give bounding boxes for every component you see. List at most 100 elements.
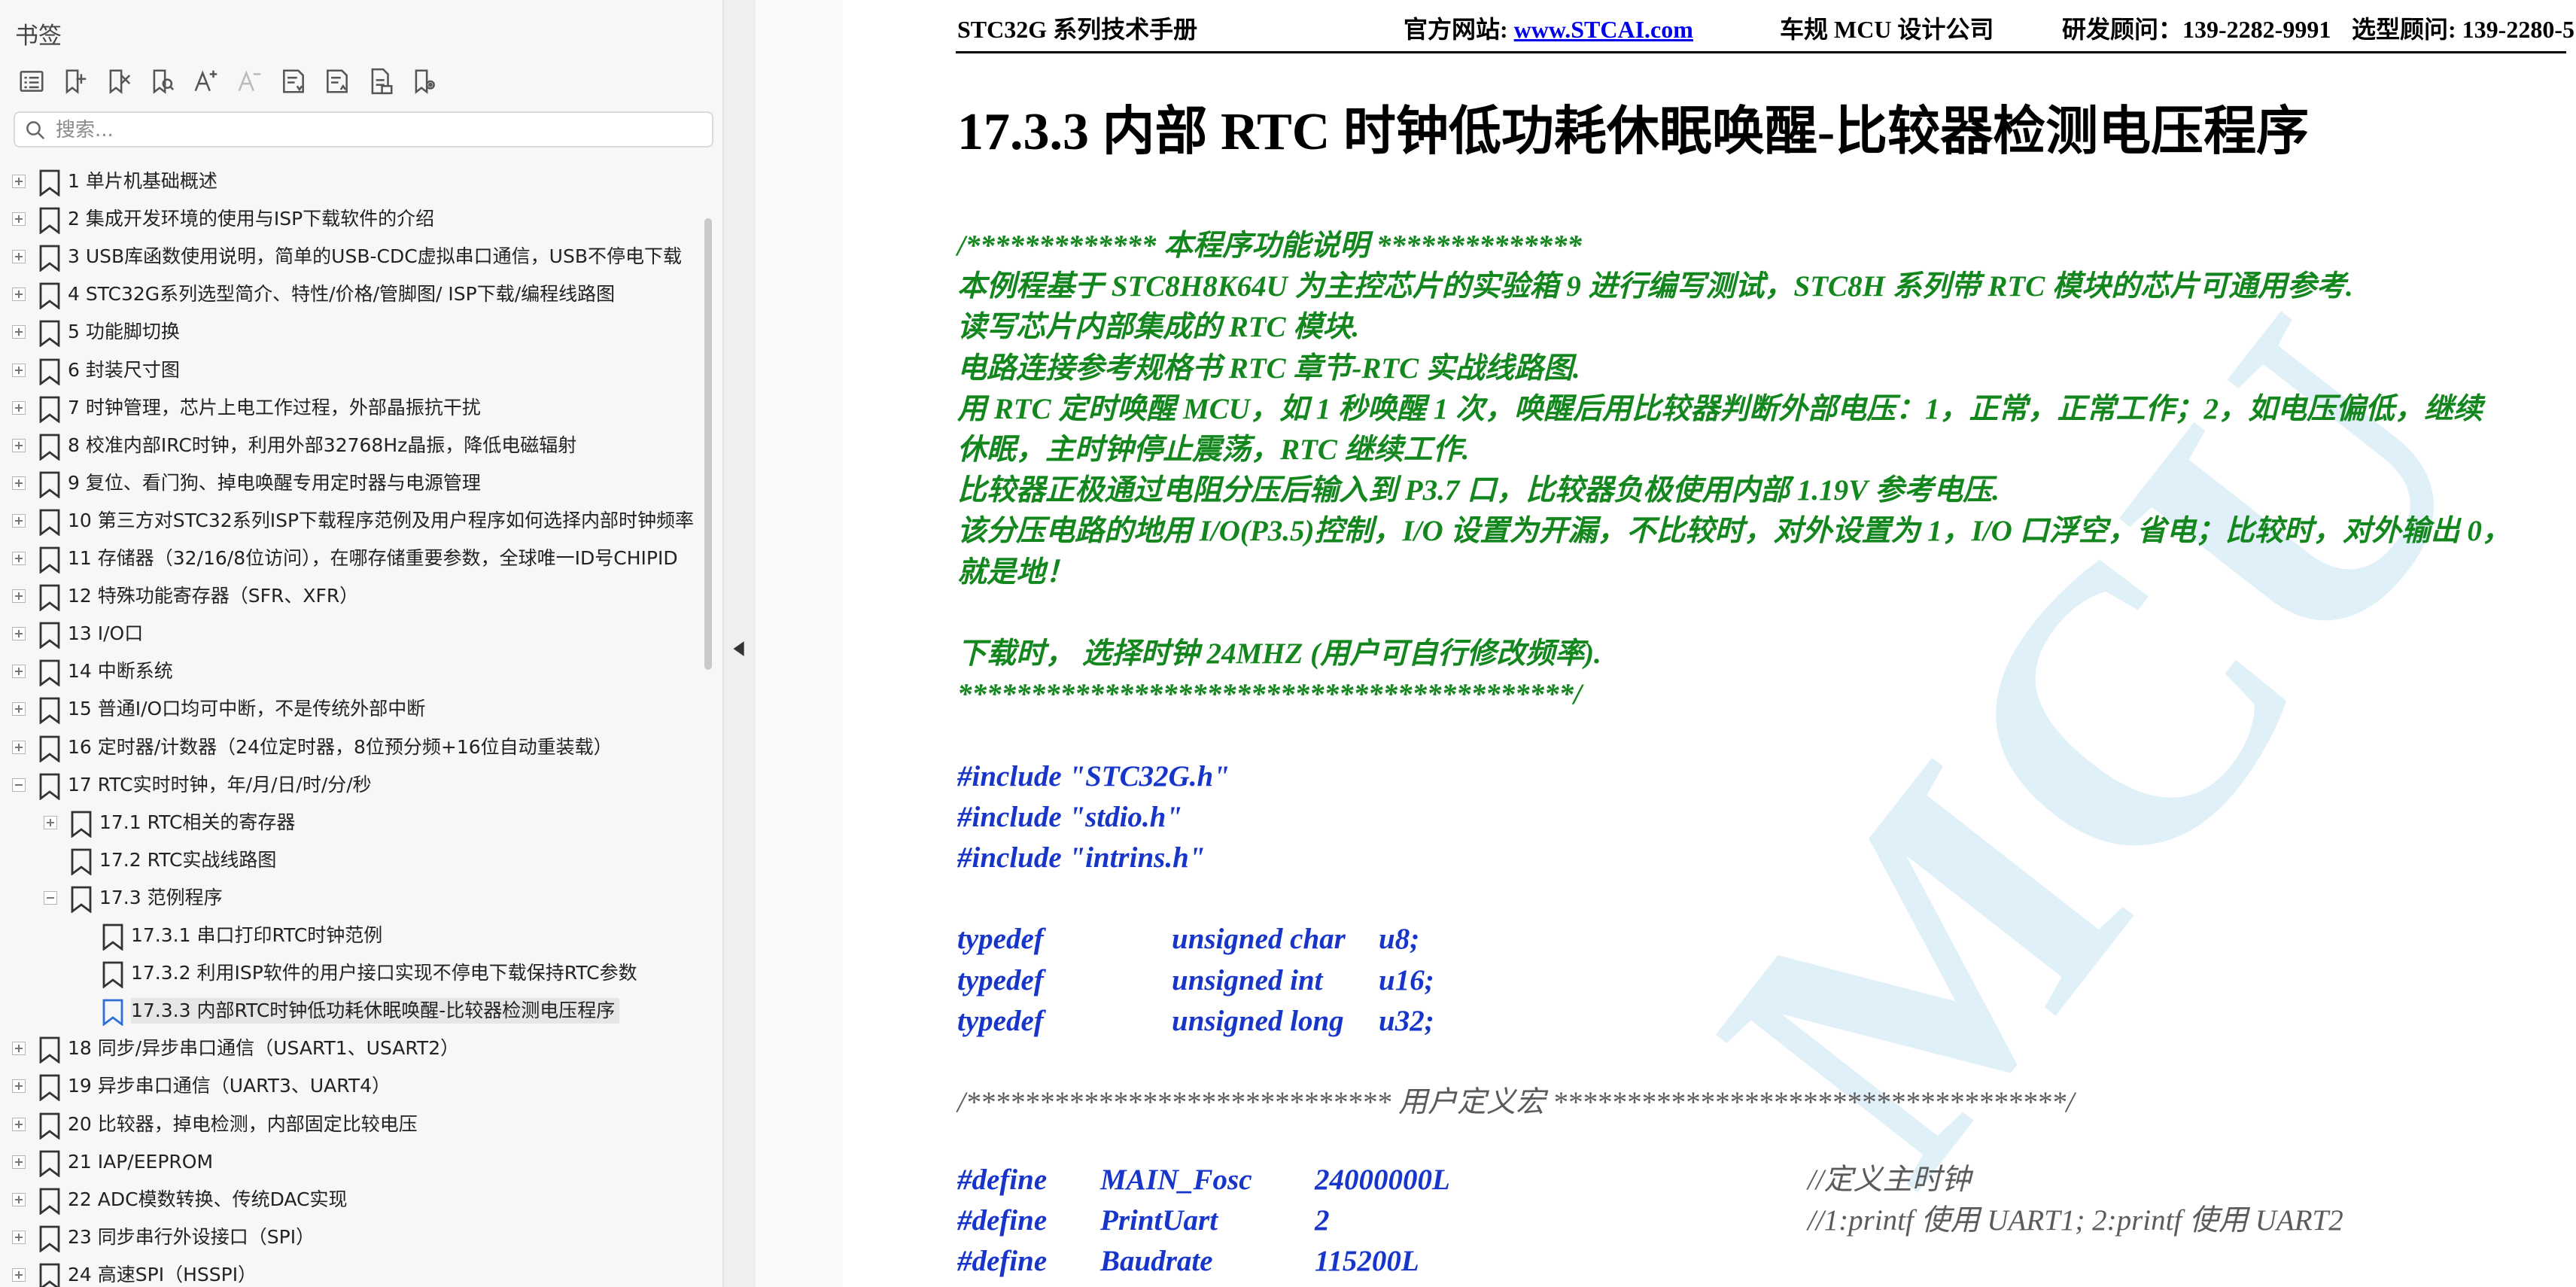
expand-all-icon[interactable] [275,63,312,99]
collapse-toggle-icon[interactable] [44,890,57,905]
expand-toggle-icon[interactable] [12,702,26,717]
expand-toggle-icon[interactable] [12,1079,26,1094]
bookmark-icon [102,961,123,989]
typedef-name: u8; [1379,923,1420,956]
expand-toggle-icon[interactable] [12,1117,26,1131]
expand-toggle-icon[interactable] [12,1267,26,1282]
bookmark-label: 5 功能脚切换 [68,321,180,343]
comment-line: 比较器正极通过电阻分压后输入到 P3.7 口，比较器负极使用内部 1.19V 参… [957,474,2000,507]
bookmark-item[interactable]: 8 校准内部IRC时钟，利用外部32768Hz晶振，降低电磁辐射 [0,427,696,464]
bookmark-icon [39,434,60,461]
bookmark-item[interactable]: 17.1 RTC相关的寄存器 [0,804,696,841]
expand-toggle-icon[interactable] [12,589,26,604]
collapse-all-icon[interactable] [319,63,355,99]
bookmark-item[interactable]: 21 IAP/EEPROM [0,1143,696,1181]
expand-toggle-icon[interactable] [12,552,26,565]
expand-toggle-icon[interactable] [12,1192,26,1206]
bookmark-item[interactable]: 14 中断系统 [0,653,696,690]
bookmark-item[interactable]: 18 同步/异步串口通信（USART1、USART2） [0,1030,696,1067]
bookmark-item[interactable]: 17.3.3 内部RTC时钟低功耗休眠唤醒-比较器检测电压程序 [0,992,696,1030]
bookmark-item[interactable]: 9 复位、看门狗、掉电唤醒专用定时器与电源管理 [0,464,696,502]
bookmark-label: 15 普通I/O口均可中断，不是传统外部中断 [68,698,426,720]
bookmark-search [14,111,713,148]
define-value: 24000000L [1315,1163,1450,1196]
bookmark-item[interactable]: 16 定时器/计数器（24位定时器，8位预分频+16位自动重装载） [0,729,696,766]
expand-toggle-icon[interactable] [12,363,26,377]
typedef-name: u32; [1379,1004,1434,1037]
bookmark-item[interactable]: 17.3.2 利用ISP软件的用户接口实现不停电下载保持RTC参数 [0,954,696,992]
bookmark-item[interactable]: 2 集成开发环境的使用与ISP下载软件的介绍 [0,200,696,238]
expand-toggle-icon[interactable] [12,288,26,302]
comment-line: /************* 本程序功能说明 ************** [957,230,1582,262]
bookmark-list-icon[interactable] [14,63,50,99]
increase-font-icon[interactable] [188,63,224,99]
bookmark-item[interactable]: 5 功能脚切换 [0,313,696,351]
expand-toggle-icon[interactable] [12,325,26,339]
bookmark-item[interactable]: 22 ADC模数转换、传统DAC实现 [0,1181,696,1219]
bookmark-item[interactable]: 6 封装尺寸图 [0,351,696,389]
expand-toggle-icon[interactable] [12,1042,26,1056]
bookmark-item[interactable]: 3 USB库函数使用说明，简单的USB-CDC虚拟串口通信，USB不停电下载 [0,238,696,275]
header-manual-title: STC32G 系列技术手册 [957,16,1198,43]
expand-toggle-icon[interactable] [12,513,26,528]
search-input[interactable] [54,116,704,145]
bookmark-icon [39,282,60,311]
collapse-panel-icon[interactable] [727,632,753,665]
bookmark-item[interactable]: 17 RTC实时时钟，年/月/日/时/分/秒 [0,766,696,804]
bookmark-item[interactable]: 17.3 范例程序 [0,879,696,917]
section-title: 17.3.3 内部 RTC 时钟低功耗休眠唤醒-比较器检测电压程序 [957,103,2310,161]
bookmark-icon [39,396,60,424]
bookmark-item[interactable]: 7 时钟管理，芯片上电工作过程，外部晶振抗干扰 [0,389,696,427]
expand-toggle-icon[interactable] [44,815,57,829]
expand-toggle-icon[interactable] [12,476,26,490]
header-rd-contact: 研发顾问：139-2282-9991 [2062,16,2331,43]
comment-line: ****************************************… [957,678,1582,711]
expand-toggle-icon[interactable] [12,438,26,452]
bookmark-item[interactable]: 20 比较器，掉电检测，内部固定比较电压 [0,1106,696,1143]
bookmark-item[interactable]: 12 特殊功能寄存器（SFR、XFR） [0,577,696,615]
expand-toggle-icon[interactable] [12,400,26,415]
expand-toggle-icon[interactable] [12,740,26,754]
add-bookmark-icon[interactable] [57,63,93,99]
typedef-type: unsigned int [1172,963,1323,996]
bookmark-item[interactable]: 13 I/O口 [0,615,696,653]
bookmark-label: 1 单片机基础概述 [68,170,217,192]
bookmark-item[interactable]: 11 存储器（32/16/8位访问），在哪存储重要参数，全球唯一ID号CHIPI… [0,540,696,577]
panel-divider [724,0,756,1287]
bookmark-settings-icon[interactable] [406,63,443,99]
find-bookmark-icon[interactable] [144,63,181,99]
expand-toggle-icon[interactable] [12,665,26,679]
expand-toggle-icon[interactable] [12,175,26,188]
bookmark-icon [71,886,92,914]
bookmark-item[interactable]: 19 异步串口通信（UART3、UART4） [0,1067,696,1105]
typedef-keyword: typedef [957,923,1044,956]
define-value: 2 [1315,1203,1330,1237]
bookmark-item[interactable]: 24 高速SPI（HSSPI） [0,1256,696,1287]
collapse-toggle-icon[interactable] [12,777,26,792]
header-sales-contact: 选型顾问: 139-2280-5190 [2352,16,2576,43]
sidebar-scrollbar[interactable] [704,218,712,670]
expand-toggle-icon[interactable] [12,212,26,227]
section-comment-line: /***************************** 用户定义宏 ***… [957,1086,2075,1119]
expand-toggle-icon[interactable] [12,250,26,264]
expand-toggle-icon[interactable] [12,1155,26,1169]
bookmark-icon [39,471,60,499]
bookmark-item[interactable]: 23 同步串行外设接口（SPI） [0,1219,696,1256]
bookmark-item[interactable]: 17.3.1 串口打印RTC时钟范例 [0,917,696,954]
bookmark-item[interactable]: 15 普通I/O口均可中断，不是传统外部中断 [0,690,696,728]
bookmark-icon [39,509,60,537]
bookmark-icon [39,735,60,763]
bookmark-label: 17.3.1 串口打印RTC时钟范例 [131,924,383,946]
expand-toggle-icon[interactable] [12,1230,26,1244]
decrease-font-icon[interactable] [232,63,268,99]
header-site: 官方网站: www.STCAI.com [1404,8,1693,51]
bookmark-item[interactable]: 10 第三方对STC32系列ISP下载程序范例及用户程序如何选择内部时钟频率 [0,502,696,540]
delete-bookmark-icon[interactable] [101,63,137,99]
bookmark-icon [39,1074,60,1103]
bookmark-item[interactable]: 17.2 RTC实战线路图 [0,841,696,879]
bookmark-item[interactable]: 4 STC32G系列选型简介、特性/价格/管脚图/ ISP下载/编程线路图 [0,275,696,313]
expand-toggle-icon[interactable] [12,627,26,641]
header-site-link[interactable]: www.STCAI.com [1514,16,1693,43]
bookmark-item[interactable]: 1 单片机基础概述 [0,163,696,200]
export-bookmark-icon[interactable] [363,63,399,99]
